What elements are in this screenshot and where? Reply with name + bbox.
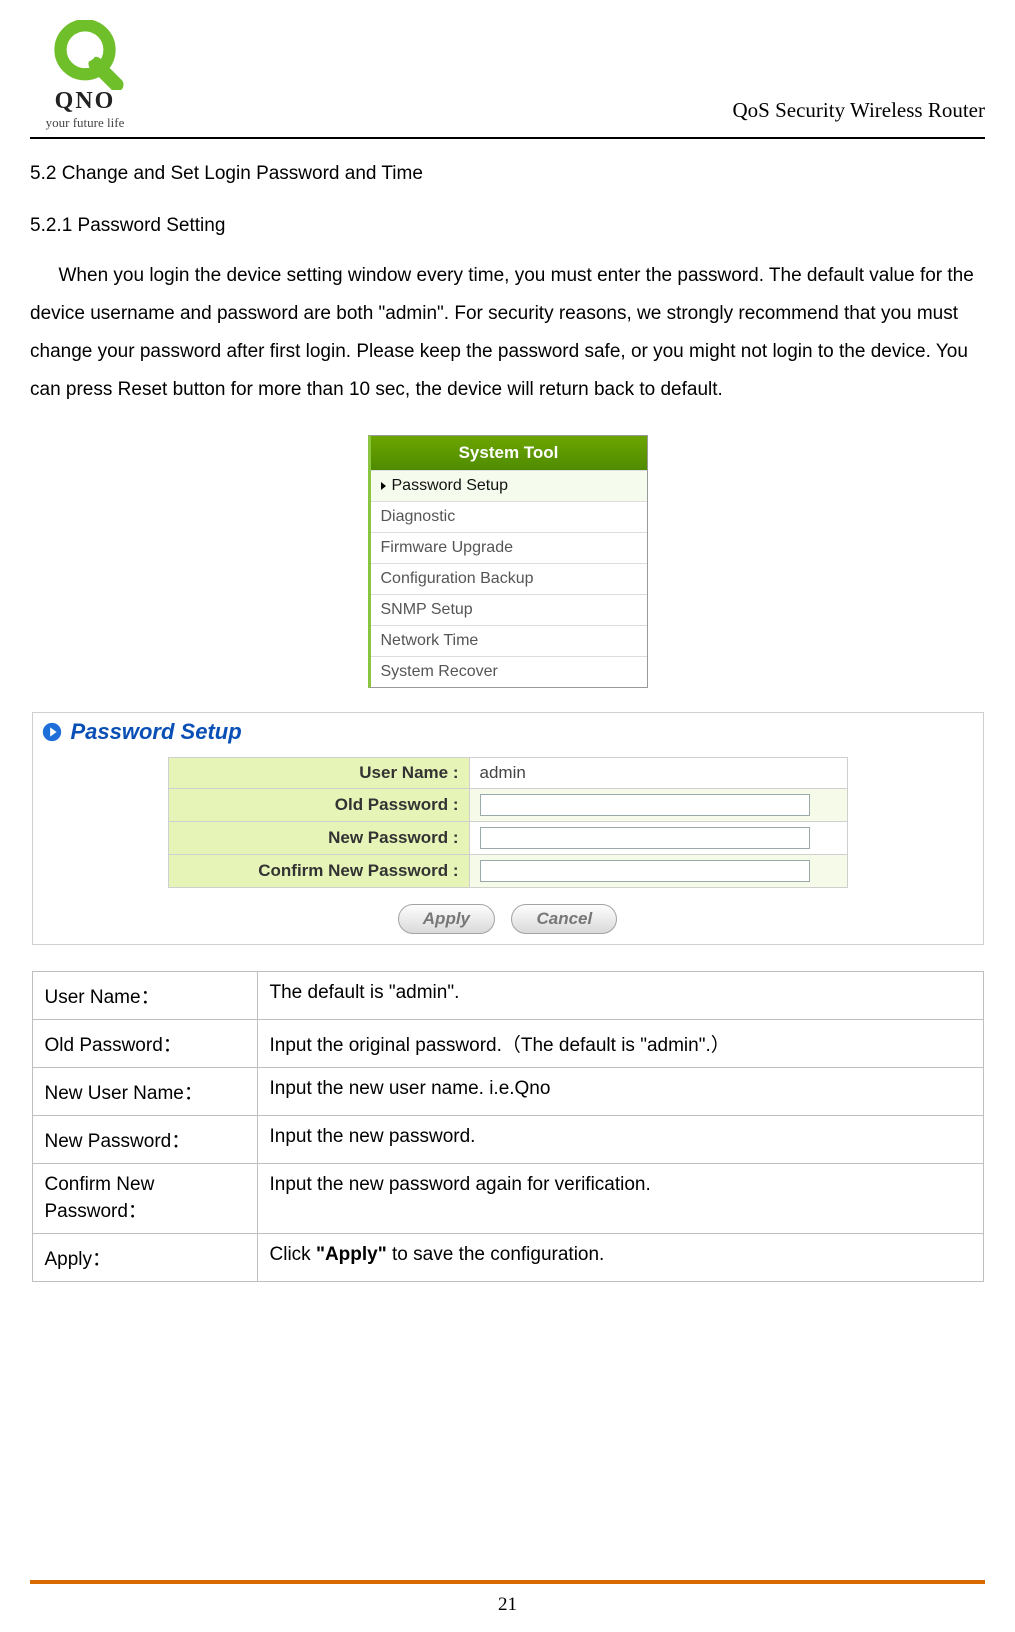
new-password-input[interactable] (480, 827, 810, 849)
apply-button[interactable]: Apply (398, 904, 495, 934)
system-tool-menu-title: System Tool (371, 436, 647, 470)
desc-label: New Password： (32, 1116, 257, 1164)
desc-value: The default is "admin". (257, 972, 983, 1020)
page-number: 21 (0, 1594, 1015, 1616)
description-table: User Name： The default is "admin". Old P… (32, 971, 984, 1282)
menu-item-label: Configuration Backup (381, 570, 534, 588)
table-row: Old Password： Input the original passwor… (32, 1020, 983, 1068)
arrow-right-circle-icon (41, 721, 63, 743)
menu-item-diagnostic[interactable]: Diagnostic (371, 501, 647, 532)
desc-label: Confirm New Password： (32, 1164, 257, 1234)
brand-tagline: your future life (46, 115, 125, 131)
table-row: New Password： Input the new password. (32, 1116, 983, 1164)
desc-label: Old Password： (32, 1020, 257, 1068)
label-new-password: New Password : (168, 822, 469, 855)
desc-label: Apply： (32, 1234, 257, 1282)
menu-item-password-setup[interactable]: Password Setup (371, 470, 647, 501)
password-setup-header: Password Setup (33, 713, 983, 751)
password-setup-panel: Password Setup User Name : admin Old Pas… (32, 712, 984, 945)
desc-value: Input the new password. (257, 1116, 983, 1164)
footer-divider (30, 1580, 985, 1584)
page: QNO your future life QoS Security Wirele… (0, 0, 1015, 1632)
subsection-heading: 5.2.1 Password Setting (30, 215, 985, 237)
desc-label: User Name： (32, 972, 257, 1020)
menu-item-label: System Recover (381, 663, 498, 681)
document-title: QoS Security Wireless Router (733, 98, 985, 131)
password-form-table: User Name : admin Old Password : New Pas… (168, 757, 848, 888)
button-row: Apply Cancel (33, 888, 983, 944)
qno-logo-icon (40, 20, 130, 90)
brand-logo-block: QNO your future life (30, 20, 140, 131)
cancel-button[interactable]: Cancel (511, 904, 617, 934)
menu-item-firmware-upgrade[interactable]: Firmware Upgrade (371, 532, 647, 563)
menu-item-configuration-backup[interactable]: Configuration Backup (371, 563, 647, 594)
menu-item-system-recover[interactable]: System Recover (371, 656, 647, 687)
confirm-new-password-input[interactable] (480, 860, 810, 882)
table-row: User Name： The default is "admin". (32, 972, 983, 1020)
menu-active-arrow-icon (381, 482, 386, 490)
section-heading: 5.2 Change and Set Login Password and Ti… (30, 163, 985, 185)
label-confirm-new-password: Confirm New Password : (168, 855, 469, 888)
table-row: Confirm New Password： Input the new pass… (32, 1164, 983, 1234)
desc-value: Input the new password again for verific… (257, 1164, 983, 1234)
table-row: Apply： Click "Apply" to save the configu… (32, 1234, 983, 1282)
menu-item-label: SNMP Setup (381, 601, 473, 619)
menu-item-label: Diagnostic (381, 508, 456, 526)
brand-name: QNO (55, 88, 116, 115)
page-header: QNO your future life QoS Security Wirele… (30, 20, 985, 131)
system-tool-menu-figure: System Tool Password Setup Diagnostic Fi… (368, 435, 648, 688)
desc-label: New User Name： (32, 1068, 257, 1116)
label-old-password: Old Password : (168, 789, 469, 822)
menu-item-network-time[interactable]: Network Time (371, 625, 647, 656)
menu-item-label: Firmware Upgrade (381, 539, 513, 557)
menu-item-label: Password Setup (392, 477, 509, 495)
desc-value: Click "Apply" to save the configuration. (257, 1234, 983, 1282)
intro-paragraph: When you login the device setting window… (30, 257, 985, 409)
value-user-name: admin (469, 758, 847, 789)
header-divider (30, 137, 985, 139)
menu-item-label: Network Time (381, 632, 479, 650)
menu-item-snmp-setup[interactable]: SNMP Setup (371, 594, 647, 625)
desc-value: Input the new user name. i.e.Qno (257, 1068, 983, 1116)
system-tool-menu: System Tool Password Setup Diagnostic Fi… (368, 435, 648, 688)
table-row: New User Name： Input the new user name. … (32, 1068, 983, 1116)
old-password-input[interactable] (480, 794, 810, 816)
password-setup-title: Password Setup (71, 719, 242, 745)
label-user-name: User Name : (168, 758, 469, 789)
desc-value: Input the original password.（The default… (257, 1020, 983, 1068)
